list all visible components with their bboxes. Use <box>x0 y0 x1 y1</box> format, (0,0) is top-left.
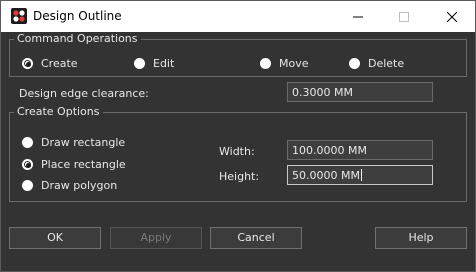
width-label: Width: <box>219 145 255 158</box>
radio-move-indicator <box>260 58 271 69</box>
maximize-button[interactable] <box>381 1 427 32</box>
maximize-icon <box>399 11 409 22</box>
radio-delete[interactable]: Delete <box>349 57 404 70</box>
radio-draw-polygon[interactable]: Draw polygon <box>22 179 117 192</box>
clearance-label: Design edge clearance: <box>19 87 149 100</box>
radio-draw-polygon-label: Draw polygon <box>41 179 118 192</box>
radio-place-rectangle-label: Place rectangle <box>41 158 126 171</box>
minimize-icon <box>353 16 363 17</box>
radio-place-rectangle[interactable]: Place rectangle <box>22 158 126 171</box>
cancel-button[interactable]: Cancel <box>210 227 302 249</box>
create-options-title: Create Options <box>14 105 103 118</box>
radio-place-rectangle-indicator <box>22 159 33 170</box>
radio-delete-indicator <box>349 58 360 69</box>
radio-draw-polygon-indicator <box>22 180 33 191</box>
radio-create[interactable]: Create <box>22 57 78 70</box>
radio-draw-rectangle[interactable]: Draw rectangle <box>22 136 125 149</box>
radio-move[interactable]: Move <box>260 57 309 70</box>
radio-edit[interactable]: Edit <box>134 57 174 70</box>
radio-edit-label: Edit <box>153 57 175 70</box>
ok-button[interactable]: OK <box>9 227 101 249</box>
minimize-button[interactable] <box>335 1 381 32</box>
width-input[interactable]: 100.0000 MM <box>287 140 433 160</box>
height-label: Height: <box>219 170 260 183</box>
radio-create-indicator <box>22 58 33 69</box>
command-operations-group: Command Operations Create Edit Move Dele… <box>9 32 467 77</box>
close-icon <box>447 11 457 22</box>
close-button[interactable] <box>429 1 475 32</box>
height-input[interactable]: 50.0000 MM <box>287 165 433 185</box>
radio-move-label: Move <box>279 57 309 70</box>
height-input-value: 50.0000 MM <box>292 169 360 182</box>
window-title: Design Outline <box>33 9 122 23</box>
design-outline-dialog: Design Outline Command Operations Create… <box>0 0 476 272</box>
title-bar[interactable]: Design Outline <box>1 1 475 32</box>
clearance-input[interactable]: 0.3000 MM <box>287 82 433 102</box>
create-options-group: Create Options Draw rectangle Place rect… <box>9 105 467 202</box>
app-icon <box>11 8 27 24</box>
command-operations-title: Command Operations <box>14 32 141 45</box>
radio-edit-indicator <box>134 58 145 69</box>
radio-draw-rectangle-label: Draw rectangle <box>41 136 126 149</box>
radio-delete-label: Delete <box>368 57 405 70</box>
apply-button[interactable]: Apply <box>110 227 202 249</box>
text-caret <box>360 169 362 181</box>
radio-draw-rectangle-indicator <box>22 137 33 148</box>
help-button[interactable]: Help <box>375 227 467 249</box>
radio-create-label: Create <box>41 57 78 70</box>
